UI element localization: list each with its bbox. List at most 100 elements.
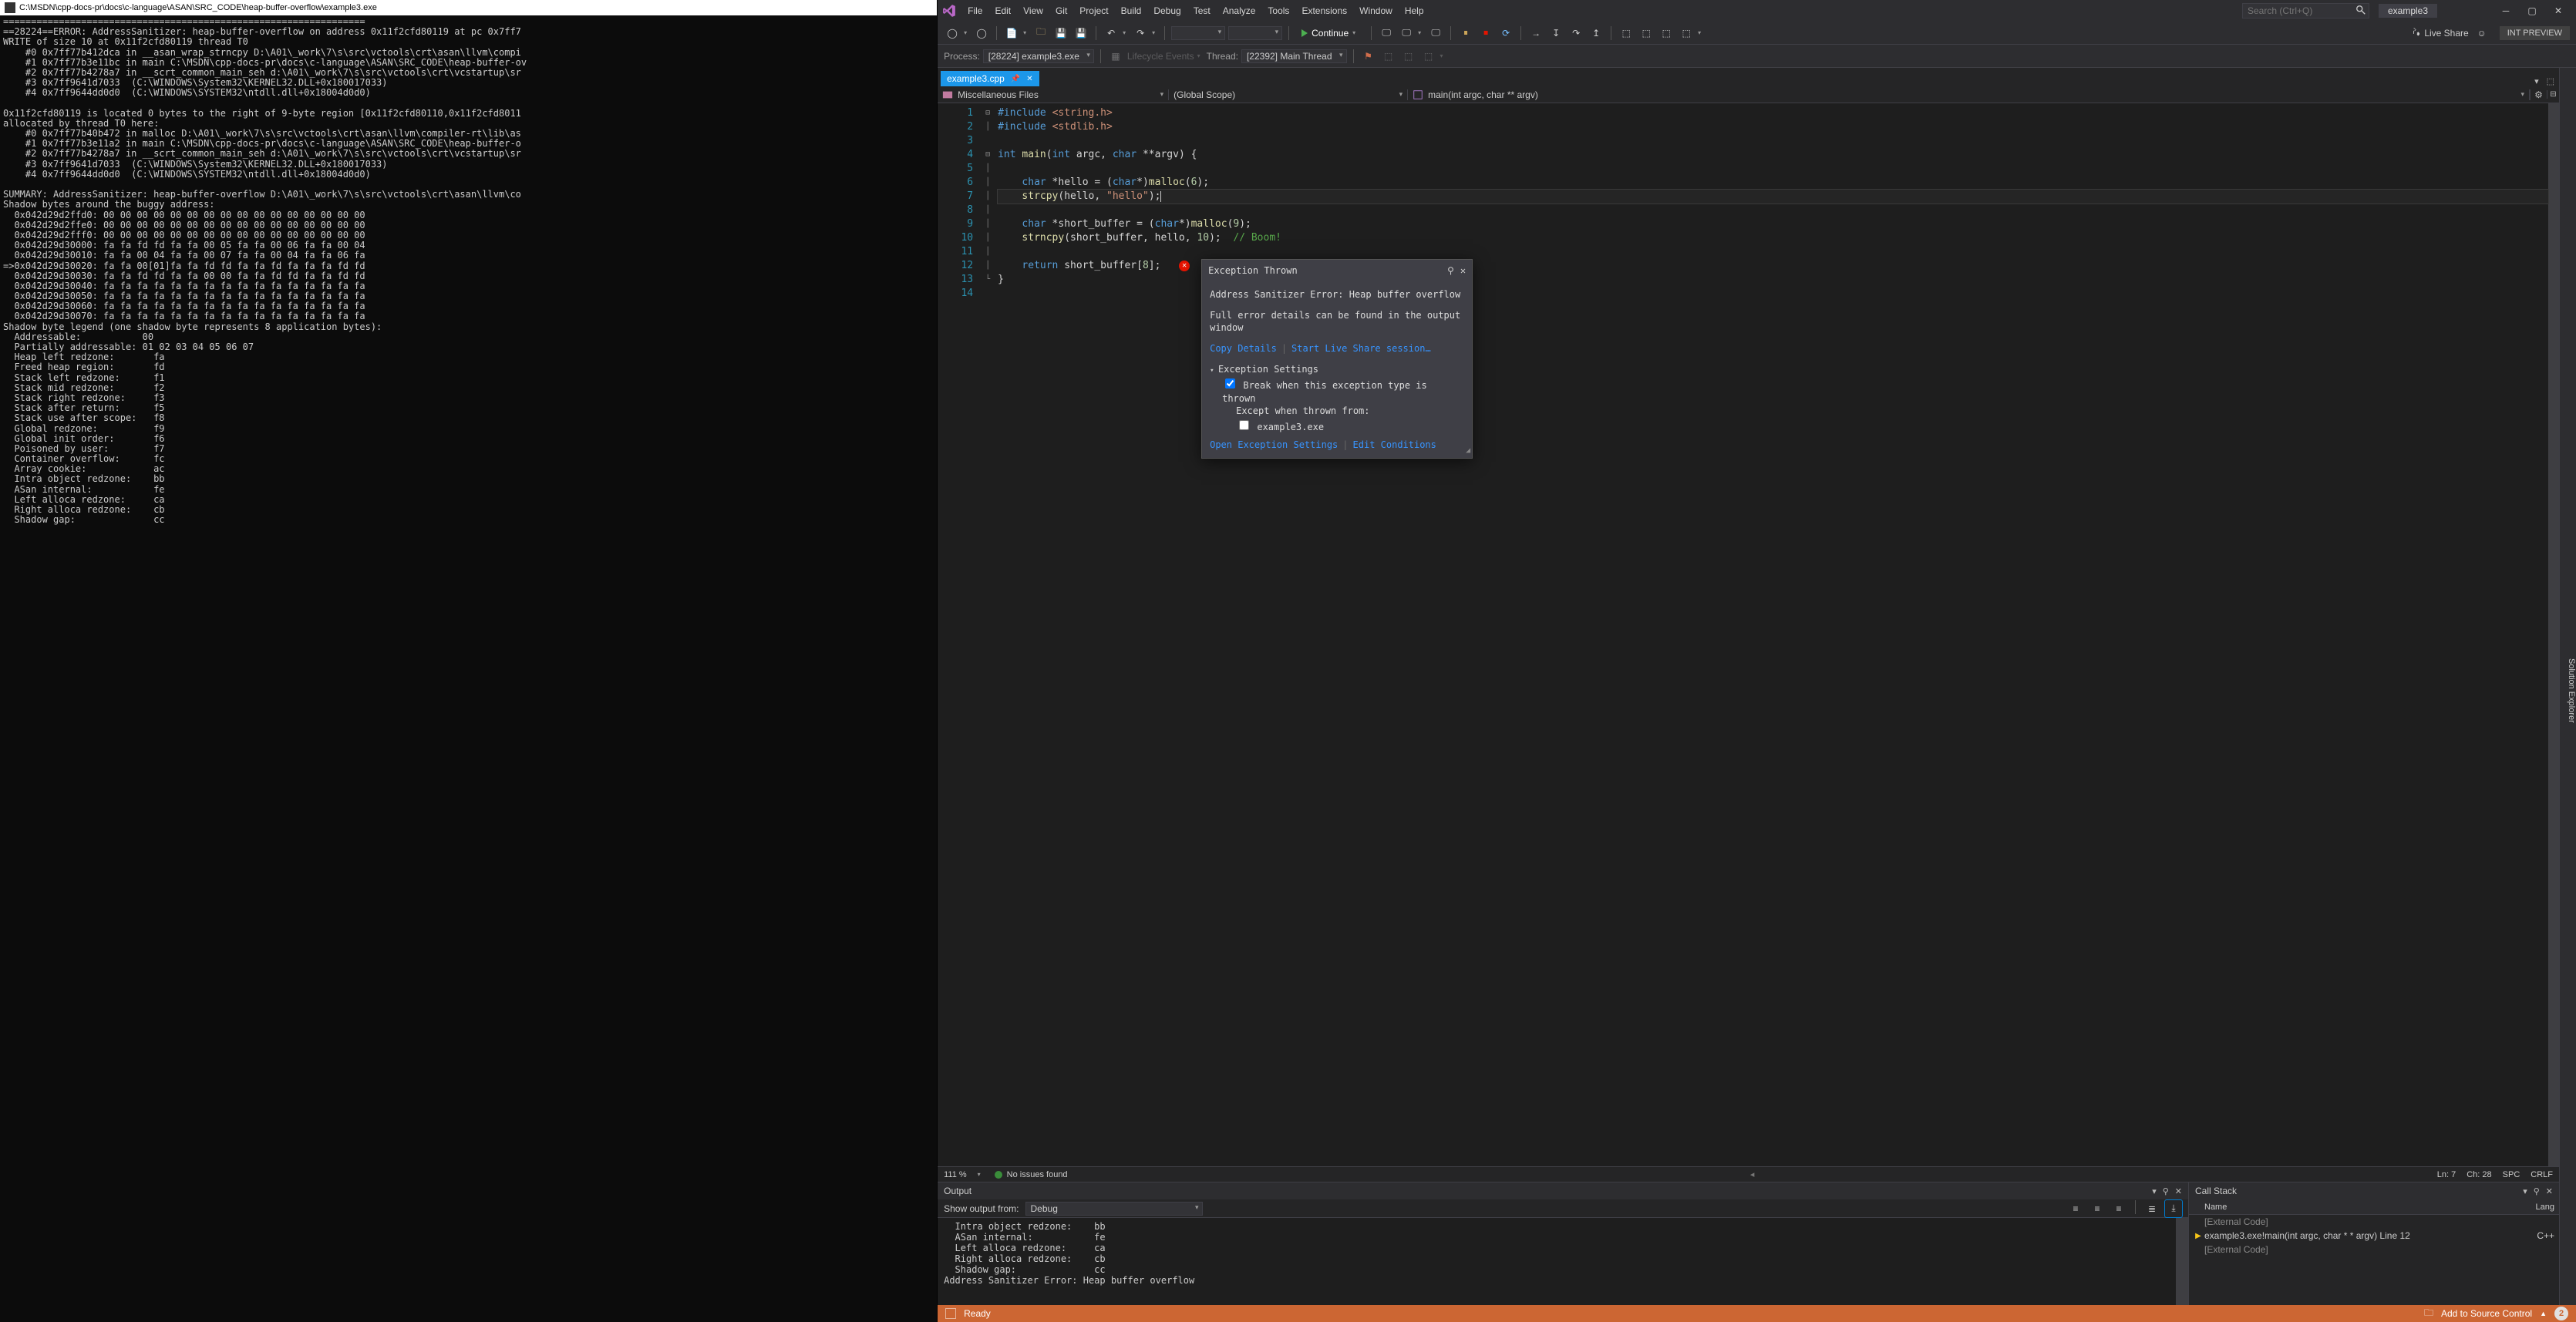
tabwell-dropdown-icon[interactable]: ▾: [2534, 76, 2539, 86]
copy-details-link[interactable]: Copy Details: [1210, 342, 1277, 355]
feedback-icon[interactable]: ☺: [2473, 25, 2490, 42]
exception-pin-icon[interactable]: ⚲: [1447, 264, 1454, 278]
editor-scrollbar[interactable]: [2548, 103, 2559, 1166]
source-control-icon[interactable]: 🗀: [2424, 1306, 2433, 1322]
tool-icon-2[interactable]: 🖵: [1398, 25, 1415, 42]
show-next-statement-button[interactable]: →: [1527, 25, 1544, 42]
panel-dropdown-icon[interactable]: ▾: [2152, 1186, 2157, 1196]
dbg-icon-2[interactable]: ⬚: [1638, 25, 1655, 42]
output-source-dropdown[interactable]: Debug: [1025, 1202, 1203, 1216]
quick-search-input[interactable]: [2242, 3, 2369, 19]
step-out-button[interactable]: ↥: [1588, 25, 1605, 42]
split-icon[interactable]: ⊟: [2550, 90, 2556, 99]
edit-conditions-link[interactable]: Edit Conditions: [1353, 439, 1436, 452]
open-file-button[interactable]: 🗀: [1032, 25, 1049, 42]
stop-button[interactable]: ⏹: [1477, 25, 1494, 42]
indent-mode[interactable]: SPC: [2503, 1170, 2520, 1179]
continue-button[interactable]: Continue ▾: [1295, 26, 1365, 40]
settings-gear-icon[interactable]: ⚙: [2534, 89, 2543, 100]
panel-pin-icon[interactable]: ⚲: [2163, 1186, 2169, 1196]
process-dropdown[interactable]: [28224] example3.exe: [983, 49, 1094, 63]
dbg-icon-3[interactable]: ⬚: [1658, 25, 1675, 42]
exception-close-icon[interactable]: ✕: [1460, 264, 1466, 278]
callstack-col-lang[interactable]: Lang: [2536, 1203, 2554, 1212]
line-endings[interactable]: CRLF: [2531, 1170, 2553, 1179]
outline-gutter[interactable]: ⊟│⊟ ││││ ││││ └: [981, 103, 995, 1166]
window-minimize-button[interactable]: ─: [2493, 1, 2519, 21]
code-editor[interactable]: 1234 5678 9101112 1314 ⊟│⊟ ││││ ││││ └ #…: [938, 103, 2559, 1166]
menu-analyze[interactable]: Analyze: [1217, 2, 1261, 19]
save-button[interactable]: 💾: [1052, 25, 1069, 42]
redo-button[interactable]: ↷: [1132, 25, 1149, 42]
callstack-row[interactable]: [External Code]: [2189, 1215, 2559, 1229]
output-prev-icon[interactable]: ≡: [2067, 1200, 2084, 1217]
except-module-checkbox-input[interactable]: [1239, 420, 1249, 430]
pause-button[interactable]: ⏸: [1457, 25, 1474, 42]
zoom-level[interactable]: 111 %: [944, 1170, 967, 1179]
close-tab-icon[interactable]: ✕: [1026, 75, 1032, 83]
callstack-col-name[interactable]: Name: [2204, 1203, 2536, 1212]
console-titlebar[interactable]: C:\MSDN\cpp-docs-pr\docs\c-language\ASAN…: [0, 0, 937, 15]
tabwell-full-icon[interactable]: ⬚: [2547, 76, 2554, 86]
panel-pin-icon[interactable]: ⚲: [2534, 1186, 2540, 1196]
new-item-button[interactable]: 📄: [1003, 25, 1020, 42]
dbg-icon-4[interactable]: ⬚: [1678, 25, 1695, 42]
menu-view[interactable]: View: [1018, 2, 1049, 19]
console-output[interactable]: ========================================…: [0, 15, 937, 1322]
solution-explorer-tab[interactable]: Solution Explorer: [2567, 658, 2576, 723]
resize-grip-icon[interactable]: ◢: [1466, 446, 1470, 456]
save-all-button[interactable]: 💾: [1072, 25, 1089, 42]
nav-scope[interactable]: (Global Scope): [1174, 89, 1235, 100]
menu-help[interactable]: Help: [1399, 2, 1429, 19]
step-into-button[interactable]: ↧: [1547, 25, 1564, 42]
issues-indicator[interactable]: No issues found: [995, 1170, 1068, 1179]
pin-icon[interactable]: 📌: [1011, 75, 1020, 83]
solution-config-dropdown[interactable]: [1171, 26, 1225, 40]
output-autoscroll-icon[interactable]: ⤓: [2165, 1200, 2182, 1217]
start-liveshare-link[interactable]: Start Live Share session…: [1291, 342, 1431, 355]
nav-back-button[interactable]: ◯: [944, 25, 961, 42]
callstack-rows[interactable]: [External Code] ▶ example3.exe!main(int …: [2189, 1215, 2559, 1305]
except-module-checkbox[interactable]: example3.exe: [1236, 418, 1464, 434]
open-exception-settings-link[interactable]: Open Exception Settings: [1210, 439, 1338, 452]
code-body[interactable]: #include <string.h> #include <stdlib.h> …: [995, 103, 2548, 1166]
step-over-button[interactable]: ↷: [1567, 25, 1584, 42]
menu-window[interactable]: Window: [1354, 2, 1398, 19]
output-next-icon[interactable]: ≡: [2089, 1200, 2106, 1217]
nav-function[interactable]: main(int argc, char ** argv): [1428, 89, 1538, 100]
menu-test[interactable]: Test: [1188, 2, 1216, 19]
nav-forward-button[interactable]: ◯: [973, 25, 990, 42]
menu-git[interactable]: Git: [1050, 2, 1072, 19]
add-source-control[interactable]: Add to Source Control: [2441, 1308, 2532, 1319]
output-clear-icon[interactable]: ≡: [2110, 1200, 2127, 1217]
tab-example3-cpp[interactable]: example3.cpp 📌 ✕: [941, 71, 1039, 86]
solution-platform-dropdown[interactable]: [1228, 26, 1282, 40]
h-scroll-left-icon[interactable]: ◂: [1079, 1169, 2426, 1179]
callstack-row[interactable]: ▶ example3.exe!main(int argc, char * * a…: [2189, 1229, 2559, 1243]
error-glyph-icon[interactable]: ✕: [1179, 261, 1190, 271]
output-text[interactable]: Intra object redzone: bb ASan internal: …: [938, 1218, 2188, 1305]
panel-dropdown-icon[interactable]: ▾: [2523, 1186, 2527, 1196]
thread-icon-2[interactable]: ⬚: [1400, 48, 1417, 65]
break-when-thrown-checkbox[interactable]: Break when this exception type is thrown: [1222, 376, 1464, 405]
lifecycle-icon[interactable]: ▦: [1107, 48, 1124, 65]
thread-icon-1[interactable]: ⬚: [1380, 48, 1397, 65]
undo-button[interactable]: ↶: [1103, 25, 1120, 42]
stackframe-dropdown[interactable]: ⬚: [1420, 48, 1437, 65]
window-maximize-button[interactable]: ▢: [2519, 1, 2545, 21]
dbg-icon-1[interactable]: ⬚: [1618, 25, 1635, 42]
quick-search[interactable]: [2242, 3, 2369, 19]
nav-project[interactable]: Miscellaneous Files: [958, 89, 1039, 100]
panel-close-icon[interactable]: ✕: [2175, 1186, 2182, 1196]
solution-name-chip[interactable]: example3: [2379, 4, 2437, 18]
menu-extensions[interactable]: Extensions: [1296, 2, 1352, 19]
menu-tools[interactable]: Tools: [1262, 2, 1295, 19]
notification-bell-icon[interactable]: 2: [2554, 1307, 2568, 1320]
menu-file[interactable]: File: [962, 2, 988, 19]
thread-dropdown[interactable]: [22392] Main Thread: [1241, 49, 1347, 63]
window-close-button[interactable]: ✕: [2545, 1, 2571, 21]
tool-icon-1[interactable]: 🖵: [1378, 25, 1395, 42]
panel-close-icon[interactable]: ✕: [2546, 1186, 2553, 1196]
liveshare-label[interactable]: Live Share: [2424, 28, 2468, 39]
chevron-up-icon[interactable]: ▲: [2540, 1310, 2547, 1317]
